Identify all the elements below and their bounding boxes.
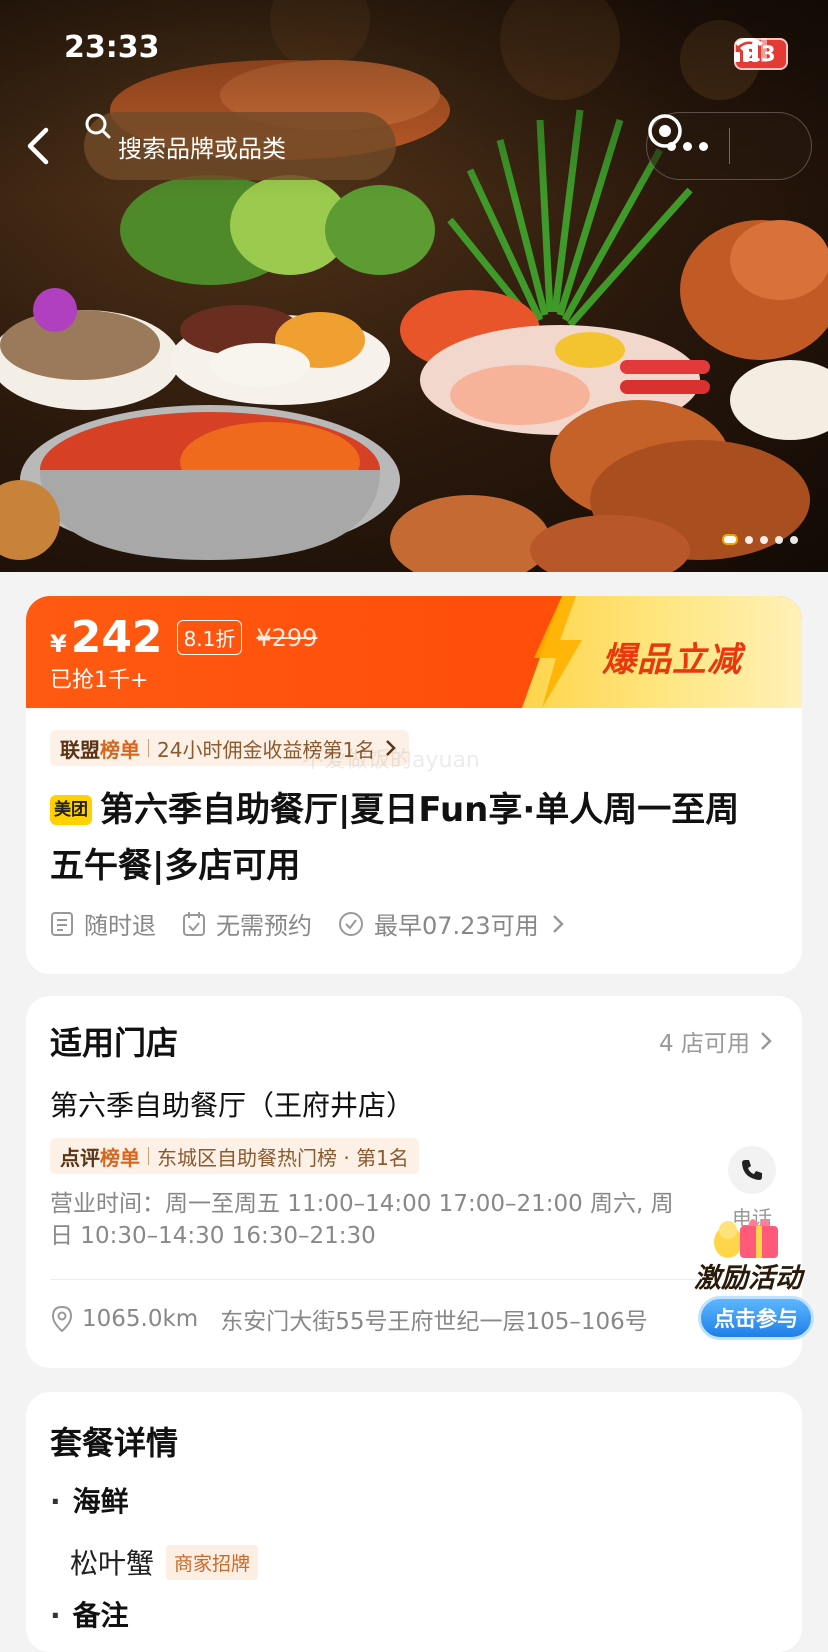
- feature-earliest-date: 最早07.23可用: [338, 906, 577, 941]
- currency-symbol: ¥: [50, 630, 67, 658]
- search-placeholder: 搜索品牌或品类: [118, 134, 286, 163]
- more-dot-icon: [699, 141, 709, 151]
- rank-brand-suffix: 榜单: [100, 737, 140, 762]
- phone-icon: [742, 1160, 762, 1180]
- search-icon: [85, 113, 111, 139]
- divider: [50, 1279, 778, 1280]
- chevron-left-icon: [27, 127, 49, 165]
- discount-badge: 8.1折: [176, 620, 243, 655]
- rank-divider: [148, 739, 149, 757]
- status-icons: 13: [734, 38, 788, 70]
- feature-label: 随时退: [84, 912, 156, 940]
- rank-divider: [148, 1147, 149, 1165]
- join-activity-button[interactable]: 点击参与: [698, 1296, 814, 1340]
- package-item: 松叶蟹 商家招牌: [70, 1542, 259, 1582]
- item-name: 松叶蟹: [70, 1547, 155, 1580]
- price-banner: 爆品立减 ¥ 242 8.1折 ¥299 已抢1千+: [26, 596, 802, 708]
- capsule-divider: [728, 128, 730, 164]
- status-time: 23:33: [64, 30, 160, 65]
- business-hours: 营业时间：周一至周五 11:00–14:00 17:00–21:00 周六, 周…: [50, 1191, 674, 1249]
- bullet: ·: [50, 1485, 61, 1518]
- sold-count: 已抢1千+: [50, 668, 149, 693]
- phone-button[interactable]: [728, 1146, 776, 1194]
- carousel-indicator: [722, 534, 798, 545]
- carousel-dot: [775, 535, 783, 544]
- lightning-icon: [534, 596, 582, 708]
- store-name[interactable]: 第六季自助餐厅（王府井店）: [50, 1084, 414, 1124]
- back-button[interactable]: [18, 122, 58, 170]
- category-label: 海鲜: [72, 1485, 129, 1518]
- deal-summary-card: 爆品立减 ¥ 242 8.1折 ¥299 已抢1千+ 联盟 榜单 24小时佣金收益…: [26, 596, 802, 974]
- chevron-right-icon: [552, 914, 564, 933]
- food-illustration: [0, 0, 828, 572]
- search-bar[interactable]: 搜索品牌或品类: [84, 112, 396, 180]
- document-icon: [51, 911, 73, 936]
- incentive-activity-widget[interactable]: 激励活动 点击参与: [690, 1206, 820, 1346]
- carousel-dot: [745, 535, 753, 544]
- price-row: ¥ 242 8.1折 ¥299: [50, 612, 317, 663]
- feature-label: 最早07.23可用: [374, 912, 539, 940]
- watermark: 不爱做饭的ayuan: [302, 748, 480, 773]
- rank-suffix: 榜单: [100, 1145, 140, 1170]
- hero-image[interactable]: 23:33 13 搜索品牌或品类: [0, 0, 828, 572]
- package-category: · 海鲜: [50, 1480, 129, 1520]
- feature-list[interactable]: 随时退 无需预约 最早07.23可用: [50, 906, 603, 941]
- store-count-label: 4 店可用: [659, 1031, 750, 1057]
- chevron-right-icon: [761, 1032, 772, 1050]
- check-circle-icon: [339, 911, 363, 936]
- location-pin-icon: [51, 1305, 73, 1333]
- signature-tag: 商家招牌: [166, 1544, 259, 1580]
- section-title: 套餐详情: [50, 1424, 179, 1462]
- calendar-check-icon: [183, 911, 205, 936]
- carousel-dot: [790, 535, 798, 544]
- feature-no-reservation: 无需预约: [182, 906, 312, 941]
- bullet: ·: [50, 1599, 61, 1632]
- meituan-badge: 美团: [50, 795, 92, 825]
- promo-label: 爆品立减: [602, 640, 742, 680]
- package-details-card: 套餐详情 · 海鲜 松叶蟹 商家招牌 · 备注: [26, 1392, 802, 1652]
- original-price: ¥299: [256, 624, 318, 652]
- store-card: 适用门店 4 店可用 第六季自助餐厅（王府井店） 点评 榜单 东城区自助餐热门榜 …: [26, 996, 802, 1368]
- store-ranking-badge[interactable]: 点评 榜单 东城区自助餐热门榜 · 第1名: [50, 1138, 419, 1174]
- target-icon: [648, 114, 682, 148]
- wifi-icon: [735, 38, 763, 58]
- carousel-dot: [760, 535, 768, 544]
- deal-price: 242: [70, 612, 163, 663]
- activity-title: 激励活动: [694, 1263, 802, 1294]
- rank-text: 东城区自助餐热门榜 · 第1名: [157, 1145, 409, 1170]
- store-address[interactable]: 1065.0km 东安门大街55号王府世纪一层105–106号: [50, 1302, 648, 1336]
- deal-title: 美团 第六季自助餐厅|夏日Fun享·单人周一至周五午餐|多店可用: [50, 782, 770, 894]
- address-text: 东安门大街55号王府世纪一层105–106号: [220, 1309, 648, 1335]
- rank-prefix: 点评: [60, 1145, 100, 1170]
- miniprogram-capsule: [646, 112, 812, 180]
- package-category: · 备注: [50, 1594, 129, 1634]
- rank-brand-prefix: 联盟: [60, 737, 100, 762]
- more-dot-icon: [683, 141, 693, 151]
- store-distance: 1065.0km: [82, 1306, 199, 1332]
- carousel-dot-active: [722, 534, 738, 545]
- feature-label: 无需预约: [216, 912, 312, 940]
- feature-refund: 随时退: [50, 906, 156, 941]
- category-label: 备注: [72, 1599, 129, 1632]
- deal-title-text: 第六季自助餐厅|夏日Fun享·单人周一至周五午餐|多店可用: [50, 790, 740, 886]
- section-title: 适用门店: [50, 1024, 179, 1062]
- store-count-link[interactable]: 4 店可用: [659, 1024, 774, 1058]
